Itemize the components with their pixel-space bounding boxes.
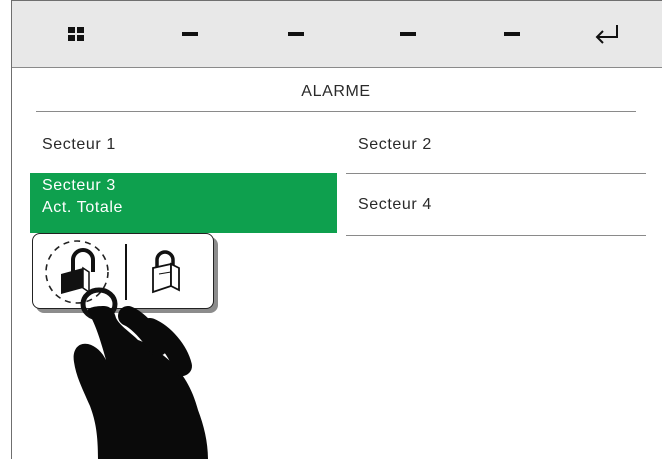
row-divider bbox=[346, 173, 646, 174]
page-title: ALARME bbox=[301, 83, 371, 100]
sector-2-item[interactable]: Secteur 2 bbox=[346, 123, 646, 167]
title-divider bbox=[36, 111, 636, 112]
sector-3-item-selected[interactable]: Secteur 3 Act. Totale bbox=[30, 173, 337, 233]
dash-button-2[interactable] bbox=[242, 1, 350, 67]
dash-button-3[interactable] bbox=[354, 1, 462, 67]
sector-label: Secteur 4 bbox=[358, 196, 432, 213]
sector-4-item[interactable]: Secteur 4 bbox=[346, 177, 646, 233]
dash-button-1[interactable] bbox=[136, 1, 244, 67]
dash-icon bbox=[504, 32, 520, 36]
sector-1-item[interactable]: Secteur 1 bbox=[30, 123, 329, 167]
grid-menu-button[interactable] bbox=[22, 1, 130, 67]
pointing-hand-icon bbox=[73, 287, 208, 459]
alarm-screen: ALARME Secteur 1 Secteur 2 Secteur 3 Act… bbox=[11, 0, 662, 459]
sector-status: Act. Totale bbox=[42, 199, 124, 216]
return-arrow-icon bbox=[592, 23, 620, 45]
dash-icon bbox=[400, 32, 416, 36]
dash-icon bbox=[182, 32, 198, 36]
return-button[interactable] bbox=[552, 1, 660, 67]
top-toolbar bbox=[12, 1, 662, 68]
dash-button-4[interactable] bbox=[458, 1, 566, 67]
sector-label: Secteur 1 bbox=[42, 136, 116, 153]
dash-icon bbox=[288, 32, 304, 36]
grid-menu-icon bbox=[68, 27, 84, 41]
sector-label: Secteur 2 bbox=[358, 136, 432, 153]
sector-label: Secteur 3 bbox=[42, 177, 116, 194]
row-divider bbox=[346, 235, 646, 236]
